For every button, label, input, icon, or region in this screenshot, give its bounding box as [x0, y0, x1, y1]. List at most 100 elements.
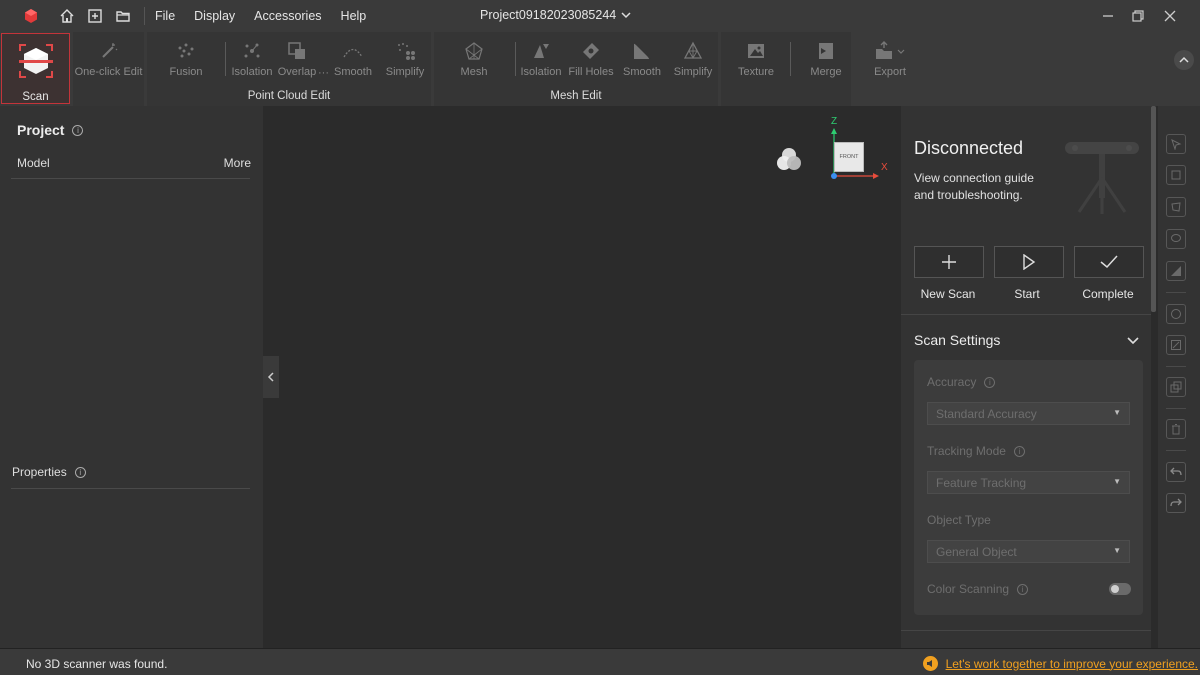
properties-header: Properties i — [12, 465, 86, 479]
one-click-edit-button[interactable]: One-click Edit — [73, 32, 144, 82]
info-icon[interactable]: i — [1013, 445, 1025, 457]
divider — [11, 488, 250, 489]
info-icon[interactable]: i — [1017, 583, 1029, 595]
undo-icon[interactable] — [1166, 462, 1186, 482]
tracking-label-row: Tracking Mode i — [927, 444, 1025, 458]
3d-viewport[interactable]: Z X FRONT — [263, 106, 901, 648]
rectangle-select-icon[interactable] — [1166, 165, 1186, 185]
close-icon — [1164, 10, 1176, 22]
view-cube-front[interactable]: FRONT — [834, 142, 864, 172]
color-picker-icon[interactable] — [1166, 304, 1186, 324]
right-panel-scrollbar[interactable] — [1151, 106, 1156, 312]
model-row: Model More — [17, 156, 251, 170]
project-panel: Project i Model More Properties i — [0, 106, 263, 648]
collapse-ribbon-button[interactable] — [1174, 50, 1194, 70]
info-icon[interactable]: i — [72, 124, 84, 136]
chevron-left-icon — [267, 372, 274, 382]
fusion-button[interactable]: Fusion — [161, 32, 211, 82]
plane-cut-icon[interactable] — [1166, 261, 1186, 281]
invert-selection-icon[interactable] — [1166, 377, 1186, 397]
ribbon-separator — [225, 42, 226, 76]
scan-button[interactable]: Scan — [1, 33, 70, 104]
start-scan-button[interactable] — [994, 246, 1064, 278]
z-axis-label: Z — [831, 116, 838, 127]
info-icon[interactable]: i — [74, 466, 86, 478]
project-header: Project i — [17, 122, 84, 138]
ribbon-separator — [790, 42, 791, 76]
simplify-icon — [393, 39, 417, 63]
texture-button[interactable]: Texture — [733, 32, 779, 82]
mesh-smooth-icon — [630, 39, 654, 63]
export-button[interactable]: Export — [868, 32, 912, 82]
project-title-dropdown[interactable]: Project09182023085244 — [480, 8, 631, 22]
project-name: Project09182023085244 — [480, 8, 617, 22]
check-icon — [1100, 255, 1118, 269]
render-mode-icon[interactable] — [775, 146, 803, 177]
object-type-select[interactable]: General Object ▼ — [927, 540, 1130, 563]
tracking-value: Feature Tracking — [936, 476, 1027, 490]
app-logo-icon — [22, 7, 40, 25]
mesh-simplify-button[interactable]: Simplify — [670, 32, 716, 82]
feedback-text: Let's work together to improve your expe… — [945, 656, 1198, 671]
new-scan-label: New Scan — [920, 287, 976, 301]
menu-display[interactable]: Display — [194, 9, 235, 23]
color-scanning-toggle[interactable] — [1109, 583, 1131, 595]
mesh-smooth-button[interactable]: Smooth — [620, 32, 664, 82]
pc-isolation-label: Isolation — [231, 66, 273, 78]
divider — [901, 630, 1151, 631]
texture-merge-group: Texture Merge — [721, 32, 851, 106]
restore-button[interactable] — [1128, 6, 1148, 26]
toolbar-separator — [1166, 292, 1186, 293]
divider — [901, 314, 1151, 315]
speaker-icon — [922, 656, 938, 671]
merge-button[interactable]: Merge — [803, 32, 849, 82]
right-toolbar — [1158, 106, 1200, 648]
overlap-icon — [285, 39, 309, 63]
brush-select-icon[interactable] — [1166, 229, 1186, 249]
more-link[interactable]: More — [224, 156, 251, 170]
redo-icon[interactable] — [1166, 493, 1186, 513]
feedback-link[interactable]: Let's work together to improve your expe… — [922, 656, 1198, 671]
delete-icon[interactable] — [1166, 419, 1186, 439]
start-label: Start — [1014, 287, 1040, 301]
menu-help[interactable]: Help — [341, 9, 367, 23]
info-icon[interactable]: i — [984, 376, 996, 388]
edit-icon[interactable] — [1166, 335, 1186, 355]
pc-simplify-button[interactable]: Simplify — [381, 32, 429, 82]
menu-file[interactable]: File — [155, 9, 175, 23]
new-scan-button[interactable] — [914, 246, 984, 278]
scan-settings-title[interactable]: Scan Settings — [914, 332, 1000, 348]
collapse-left-panel-button[interactable] — [263, 356, 279, 398]
chevron-down-icon[interactable] — [1127, 334, 1139, 348]
connection-guide-link[interactable]: View connection guide and troubleshootin… — [914, 170, 1054, 204]
mesh-isolation-button[interactable]: Isolation — [518, 32, 564, 82]
play-icon — [1023, 254, 1036, 270]
fusion-icon — [174, 39, 198, 63]
open-folder-icon[interactable] — [114, 7, 132, 25]
fill-holes-button[interactable]: Fill Holes — [566, 32, 616, 82]
select-pointer-icon[interactable] — [1166, 134, 1186, 154]
pc-isolation-button[interactable]: Isolation — [229, 32, 275, 82]
fill-holes-label: Fill Holes — [568, 66, 614, 78]
overlap-button[interactable]: Overlap — [277, 32, 317, 82]
title-bar: File Display Accessories Help Project091… — [0, 0, 1200, 32]
minimize-button[interactable] — [1098, 6, 1118, 26]
lasso-select-icon[interactable] — [1166, 197, 1186, 217]
pc-smooth-button[interactable]: Smooth — [331, 32, 375, 82]
overlap-more-icon[interactable]: ··· — [318, 67, 329, 79]
ribbon-toolbar: One-click Edit Fusion Isolation Overlap … — [0, 32, 1200, 106]
home-icon[interactable] — [58, 7, 76, 25]
mesh-button[interactable]: Mesh — [452, 32, 496, 82]
project-title: Project — [17, 122, 65, 138]
dropdown-arrow-icon: ▼ — [1113, 546, 1121, 555]
close-button[interactable] — [1160, 6, 1180, 26]
menu-accessories[interactable]: Accessories — [254, 9, 321, 23]
accuracy-select[interactable]: Standard Accuracy ▼ — [927, 402, 1130, 425]
export-label: Export — [874, 66, 906, 78]
tracking-select[interactable]: Feature Tracking ▼ — [927, 471, 1130, 494]
new-project-icon[interactable] — [86, 7, 104, 25]
mesh-icon — [462, 39, 486, 63]
mesh-simplify-label: Simplify — [673, 66, 713, 78]
complete-scan-button[interactable] — [1074, 246, 1144, 278]
smooth-icon — [341, 39, 365, 63]
